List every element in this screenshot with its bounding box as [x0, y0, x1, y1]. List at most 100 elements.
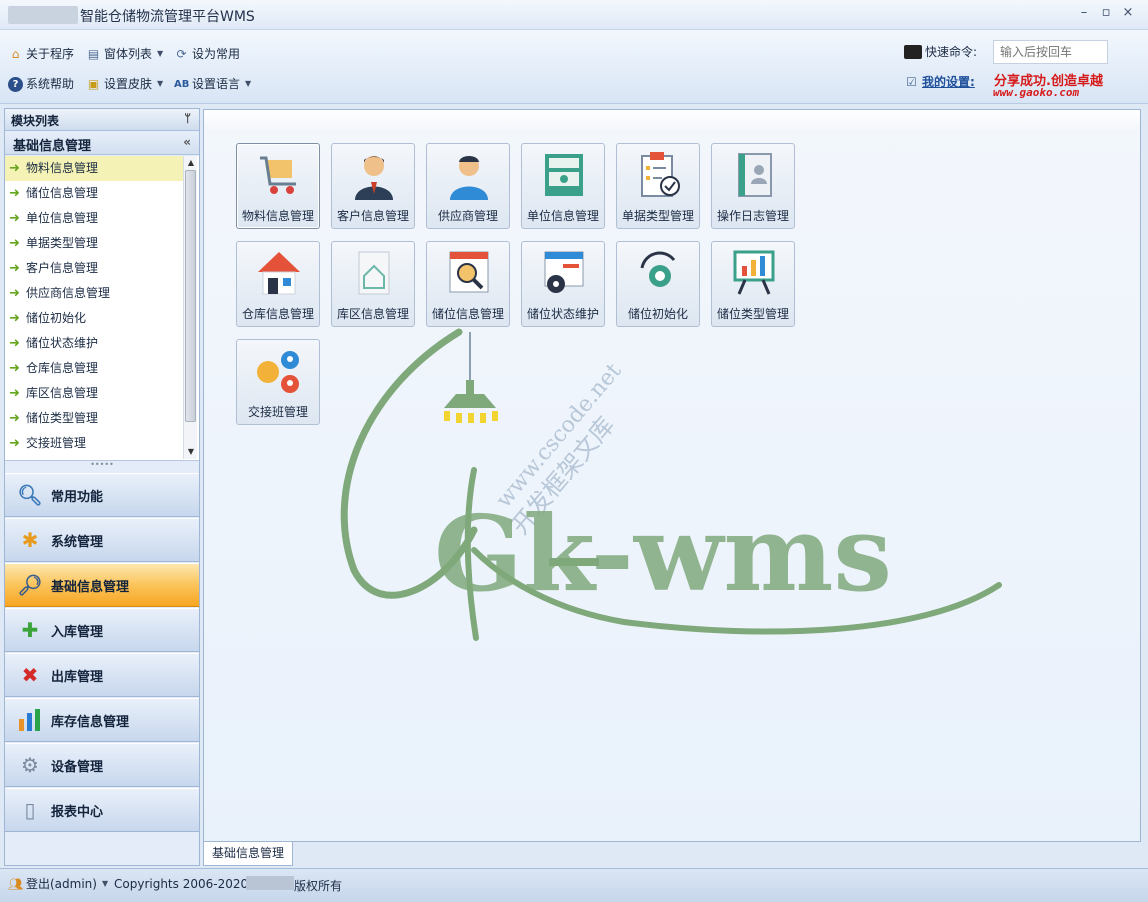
- tile-location-type[interactable]: 储位类型管理: [711, 241, 795, 327]
- nav-inbound[interactable]: ✚ 入库管理: [5, 608, 199, 652]
- skin-button[interactable]: ▣ 设置皮肤 ▼: [86, 74, 163, 94]
- tree-item[interactable]: ➜ 单据类型管理: [5, 231, 185, 256]
- tree-scrollbar[interactable]: ▲ ▼: [183, 156, 197, 459]
- arrow-right-icon: ➜: [9, 161, 20, 176]
- pin-icon[interactable]: ᛘ: [184, 112, 191, 125]
- arrow-right-icon: ➜: [9, 436, 20, 451]
- quick-command-label: 快速命令:: [904, 42, 977, 62]
- arrow-right-icon: ➜: [9, 361, 20, 376]
- tree-item[interactable]: ➜ 库区信息管理: [5, 381, 185, 406]
- minimize-button[interactable]: –: [1074, 4, 1094, 22]
- tile-unit-info[interactable]: 单位信息管理: [521, 143, 605, 229]
- main-workspace: www.cscode.net 开发框架文库 Gk-wms 物料信息管理 客户信息…: [203, 109, 1141, 842]
- scroll-thumb[interactable]: [185, 170, 196, 422]
- nav-report-center[interactable]: ▯ 报表中心: [5, 788, 199, 832]
- tile-material-info[interactable]: 物料信息管理: [236, 143, 320, 229]
- tile-operation-log[interactable]: 操作日志管理: [711, 143, 795, 229]
- tile-document-type[interactable]: 单据类型管理: [616, 143, 700, 229]
- document-home-icon: [358, 251, 390, 295]
- panel-splitter[interactable]: •••••: [5, 461, 199, 471]
- dropdown-caret-icon: ▼: [101, 879, 109, 888]
- collapse-icon[interactable]: «: [183, 135, 191, 149]
- tree-item[interactable]: ➜ 客户信息管理: [5, 256, 185, 281]
- arrow-right-icon: ➜: [9, 286, 20, 301]
- tree-item[interactable]: ➜ 储位信息管理: [5, 181, 185, 206]
- tab-basic-info[interactable]: 基础信息管理: [203, 842, 293, 866]
- help-button[interactable]: ? 系统帮助: [8, 74, 74, 94]
- refresh-icon: ⟳: [176, 46, 187, 61]
- scroll-down-icon[interactable]: ▼: [184, 445, 198, 459]
- users-icon: 👥︎: [8, 876, 24, 891]
- dropdown-caret-icon: ▼: [157, 49, 164, 58]
- tree-item[interactable]: ➜ 储位类型管理: [5, 406, 185, 431]
- arrow-right-icon: ➜: [9, 311, 20, 326]
- tree-item[interactable]: ➜ 交接班管理: [5, 431, 185, 456]
- tree-item[interactable]: ➜ 仓库信息管理: [5, 356, 185, 381]
- person-icon: [450, 156, 488, 200]
- language-button[interactable]: AB 设置语言 ▼: [174, 74, 251, 94]
- tile-supplier[interactable]: 供应商管理: [426, 143, 510, 229]
- tile-location-init[interactable]: 储位初始化: [616, 241, 700, 327]
- document-search-icon: 🔎︎: [17, 573, 43, 597]
- nav-equipment[interactable]: ⚙ 设备管理: [5, 743, 199, 787]
- arrow-right-icon: ➜: [9, 411, 20, 426]
- contact-book-icon: [738, 153, 772, 197]
- quick-command-input[interactable]: [993, 40, 1108, 64]
- tile-location-status[interactable]: 储位状态维护: [521, 241, 605, 327]
- sidebar: 模块列表 ᛘ 基础信息管理 « ➜ 物料信息管理 ➜ 储位信息管理 ➜ 单位信息管理 …: [4, 108, 200, 866]
- document-remove-icon: ✖: [21, 663, 39, 687]
- user-exchange-icon: [257, 351, 299, 393]
- window-title: 智能仓储物流管理平台WMS: [80, 9, 255, 25]
- nav-system-management[interactable]: ✱ 系统管理: [5, 518, 199, 562]
- tile-warehouse-info[interactable]: 仓库信息管理: [236, 241, 320, 327]
- copyright-text: Copyrights 2006-2020: [114, 877, 249, 891]
- businessman-icon: [355, 156, 393, 200]
- house-icon: [258, 252, 300, 295]
- tree-item[interactable]: ➜ 储位状态维护: [5, 331, 185, 356]
- gear-refresh-icon: [640, 251, 676, 287]
- bar-chart-icon: [17, 707, 43, 733]
- settings-window-icon: [544, 251, 584, 293]
- home-icon: ⌂: [11, 46, 20, 61]
- module-tree: ➜ 物料信息管理 ➜ 储位信息管理 ➜ 单位信息管理 ➜ 单据类型管理 ➜ 客户信息管理 …: [5, 156, 199, 461]
- maximize-button[interactable]: ▫: [1096, 4, 1116, 22]
- tree-item[interactable]: ➜ 单位信息管理: [5, 206, 185, 231]
- nav-basic-info[interactable]: 🔎︎ 基础信息管理: [5, 563, 199, 607]
- arrow-right-icon: ➜: [9, 261, 20, 276]
- clipboard-check-icon: [641, 152, 680, 197]
- close-button[interactable]: ×: [1118, 4, 1138, 22]
- gear-burst-icon: ✱: [21, 528, 39, 552]
- search-window-icon: [449, 251, 489, 293]
- nav-outbound[interactable]: ✖ 出库管理: [5, 653, 199, 697]
- tile-shift-handover[interactable]: 交接班管理: [236, 339, 320, 425]
- tree-item[interactable]: ➜ 储位初始化: [5, 306, 185, 331]
- my-settings-link[interactable]: ☑ 我的设置:: [904, 72, 975, 92]
- window-list-button[interactable]: ▤ 窗体列表 ▼: [86, 44, 163, 64]
- report-icon: ▯: [24, 798, 36, 822]
- nav-inventory[interactable]: 库存信息管理: [5, 698, 199, 742]
- arrow-right-icon: ➜: [9, 236, 20, 251]
- tree-item[interactable]: ➜ 物料信息管理: [5, 156, 185, 181]
- nav-common-functions[interactable]: 🔍︎ 常用功能: [5, 473, 199, 517]
- logout-button[interactable]: 👥︎ 登出(admin) ▼: [8, 874, 108, 894]
- watermark-text: Gk-wms: [434, 492, 892, 615]
- tile-zone-info[interactable]: 库区信息管理: [331, 241, 415, 327]
- about-button[interactable]: ⌂ 关于程序: [8, 44, 74, 64]
- terminal-icon: [904, 45, 922, 59]
- app-icon: [8, 6, 78, 24]
- settings-icon: ☑: [906, 74, 917, 89]
- arrow-right-icon: ➜: [9, 211, 20, 226]
- help-icon: ?: [8, 76, 23, 92]
- group-header[interactable]: 基础信息管理 «: [5, 132, 199, 155]
- scroll-up-icon[interactable]: ▲: [184, 156, 198, 170]
- language-icon: AB: [174, 78, 190, 90]
- presentation-board-icon: [733, 250, 775, 295]
- dropdown-caret-icon: ▼: [157, 79, 164, 88]
- tree-item[interactable]: ➜ 供应商信息管理: [5, 281, 185, 306]
- document-add-icon: ✚: [21, 618, 39, 642]
- tile-location-info[interactable]: 储位信息管理: [426, 241, 510, 327]
- tile-customer-info[interactable]: 客户信息管理: [331, 143, 415, 229]
- set-common-button[interactable]: ⟳ 设为常用: [174, 44, 240, 64]
- cash-register-icon: [545, 154, 583, 196]
- arrow-right-icon: ➜: [9, 386, 20, 401]
